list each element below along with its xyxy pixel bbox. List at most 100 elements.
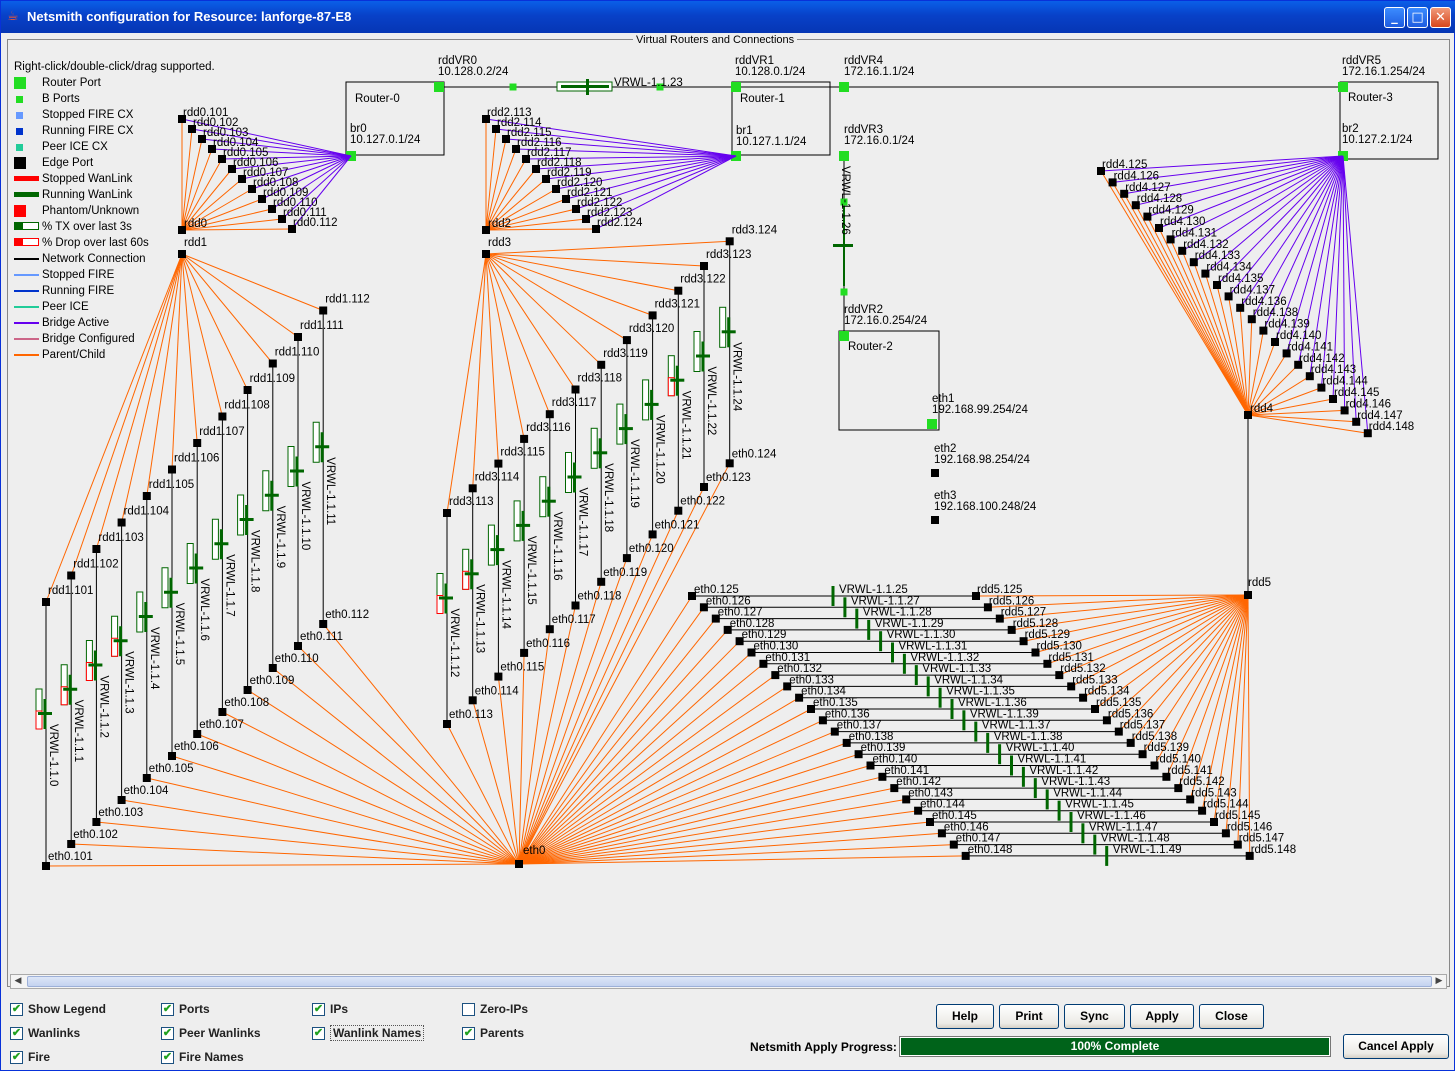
edge-port[interactable]: [597, 577, 606, 586]
edge-port[interactable]: [193, 439, 202, 447]
checkbox-box[interactable]: ✔: [10, 1050, 23, 1064]
edge-port[interactable]: [142, 492, 151, 500]
edge-port[interactable]: [42, 598, 50, 606]
scroll-thumb[interactable]: [27, 976, 1432, 987]
node-label: rdd4.129: [1148, 205, 1193, 217]
edge-port[interactable]: [443, 720, 451, 728]
edge-port[interactable]: [482, 250, 490, 258]
edge-port[interactable]: [700, 262, 708, 270]
checkbox-show-legend[interactable]: ✔ Show Legend: [10, 1001, 106, 1017]
checkbox-parents[interactable]: ✔ Parents: [462, 1025, 524, 1041]
router-port[interactable]: [434, 82, 444, 92]
edge-port[interactable]: [117, 796, 126, 804]
edge-port[interactable]: [67, 571, 76, 580]
edge-port[interactable]: [520, 434, 529, 443]
close-window-button[interactable]: ✕: [1430, 7, 1451, 28]
edge-port[interactable]: [294, 642, 302, 650]
checkbox-box[interactable]: ✔: [312, 1002, 325, 1016]
router-port[interactable]: [1338, 82, 1348, 92]
network-graph[interactable]: Router-0 Router-1 Router-2 Router-3 VRWL-1.1…: [9, 49, 1447, 971]
edge-port[interactable]: [268, 664, 277, 672]
checkbox-ips[interactable]: ✔ IPs: [312, 1001, 348, 1017]
edge-port[interactable]: [443, 509, 451, 517]
edge-port[interactable]: [545, 410, 554, 419]
close-button[interactable]: Close: [1199, 1004, 1264, 1029]
edge-port[interactable]: [674, 286, 683, 295]
router-port[interactable]: [839, 151, 849, 161]
b-port[interactable]: [840, 288, 848, 296]
edge-port[interactable]: [168, 465, 176, 474]
router-port[interactable]: [731, 82, 741, 92]
edge-port[interactable]: [1244, 591, 1252, 599]
cancel-apply-button[interactable]: Cancel Apply: [1343, 1034, 1449, 1059]
checkbox-box[interactable]: ✔: [161, 1026, 174, 1040]
edge-port[interactable]: [42, 862, 50, 870]
router-port[interactable]: [839, 82, 849, 92]
checkbox-fire[interactable]: ✔ Fire: [10, 1049, 50, 1065]
edge-port[interactable]: [168, 752, 176, 760]
title-bar[interactable]: ☕ Netsmith configuration for Resource: l…: [1, 1, 1455, 33]
minimize-button[interactable]: _: [1384, 7, 1405, 28]
edge-port[interactable]: [545, 625, 554, 634]
edge-port[interactable]: [674, 506, 683, 515]
edge-port[interactable]: [725, 237, 734, 246]
edge-port[interactable]: [571, 385, 580, 394]
edge-port[interactable]: [494, 672, 503, 681]
edge-port[interactable]: [218, 412, 227, 421]
checkbox-box[interactable]: [462, 1002, 475, 1016]
edge-port[interactable]: [319, 620, 328, 628]
checkbox-box[interactable]: ✔: [462, 1026, 475, 1040]
scroll-left-icon[interactable]: ◀: [11, 975, 25, 988]
checkbox-box[interactable]: ✔: [161, 1002, 174, 1016]
parent-child-line: [121, 799, 520, 865]
edge-port[interactable]: [243, 686, 252, 694]
edge-port[interactable]: [597, 360, 606, 369]
checkbox-fire-names[interactable]: ✔ Fire Names: [161, 1049, 244, 1065]
edge-port[interactable]: [648, 530, 657, 539]
edge-port[interactable]: [515, 860, 523, 868]
edge-port[interactable]: [117, 518, 126, 527]
edge-port[interactable]: [468, 484, 477, 493]
edge-port[interactable]: [142, 774, 151, 782]
checkbox-box[interactable]: ✔: [161, 1050, 174, 1064]
router-port[interactable]: [839, 331, 849, 341]
edge-port[interactable]: [622, 554, 631, 563]
edge-port[interactable]: [931, 469, 939, 477]
checkbox-box[interactable]: ✔: [312, 1026, 325, 1040]
edge-port[interactable]: [700, 483, 708, 491]
edge-port[interactable]: [193, 730, 202, 738]
sync-button[interactable]: Sync: [1064, 1004, 1125, 1029]
edge-port[interactable]: [92, 818, 101, 826]
edge-port[interactable]: [468, 696, 477, 705]
maximize-button[interactable]: □: [1407, 7, 1428, 28]
apply-button[interactable]: Apply: [1130, 1004, 1194, 1029]
edge-port[interactable]: [494, 459, 503, 468]
edge-port[interactable]: [319, 306, 328, 315]
edge-port[interactable]: [931, 516, 939, 524]
edge-port[interactable]: [92, 545, 101, 553]
edge-port[interactable]: [243, 386, 252, 394]
edge-port[interactable]: [268, 359, 277, 368]
checkbox-wanlinks[interactable]: ✔ Wanlinks: [10, 1025, 80, 1041]
edge-port[interactable]: [67, 840, 76, 848]
edge-port[interactable]: [622, 336, 631, 345]
checkbox-ports[interactable]: ✔ Ports: [161, 1001, 210, 1017]
help-button[interactable]: Help: [936, 1004, 994, 1029]
horizontal-scrollbar[interactable]: ◀ ▶: [10, 974, 1447, 989]
checkbox-box[interactable]: ✔: [10, 1026, 23, 1040]
edge-port[interactable]: [648, 311, 657, 320]
print-button[interactable]: Print: [999, 1004, 1059, 1029]
checkbox-box[interactable]: ✔: [10, 1002, 23, 1016]
edge-port[interactable]: [218, 708, 227, 716]
edge-port[interactable]: [725, 459, 734, 468]
checkbox-wanlink-names[interactable]: ✔ Wanlink Names: [312, 1025, 425, 1041]
checkbox-label: Fire Names: [179, 1050, 244, 1064]
edge-port[interactable]: [294, 333, 302, 341]
scroll-right-icon[interactable]: ▶: [1432, 975, 1446, 988]
checkbox-zero-ips[interactable]: Zero-IPs: [462, 1001, 528, 1017]
edge-port[interactable]: [520, 648, 529, 657]
b-port[interactable]: [509, 83, 517, 91]
checkbox-peer-wanlinks[interactable]: ✔ Peer Wanlinks: [161, 1025, 261, 1041]
router-port[interactable]: [927, 419, 937, 429]
edge-port[interactable]: [571, 601, 580, 610]
